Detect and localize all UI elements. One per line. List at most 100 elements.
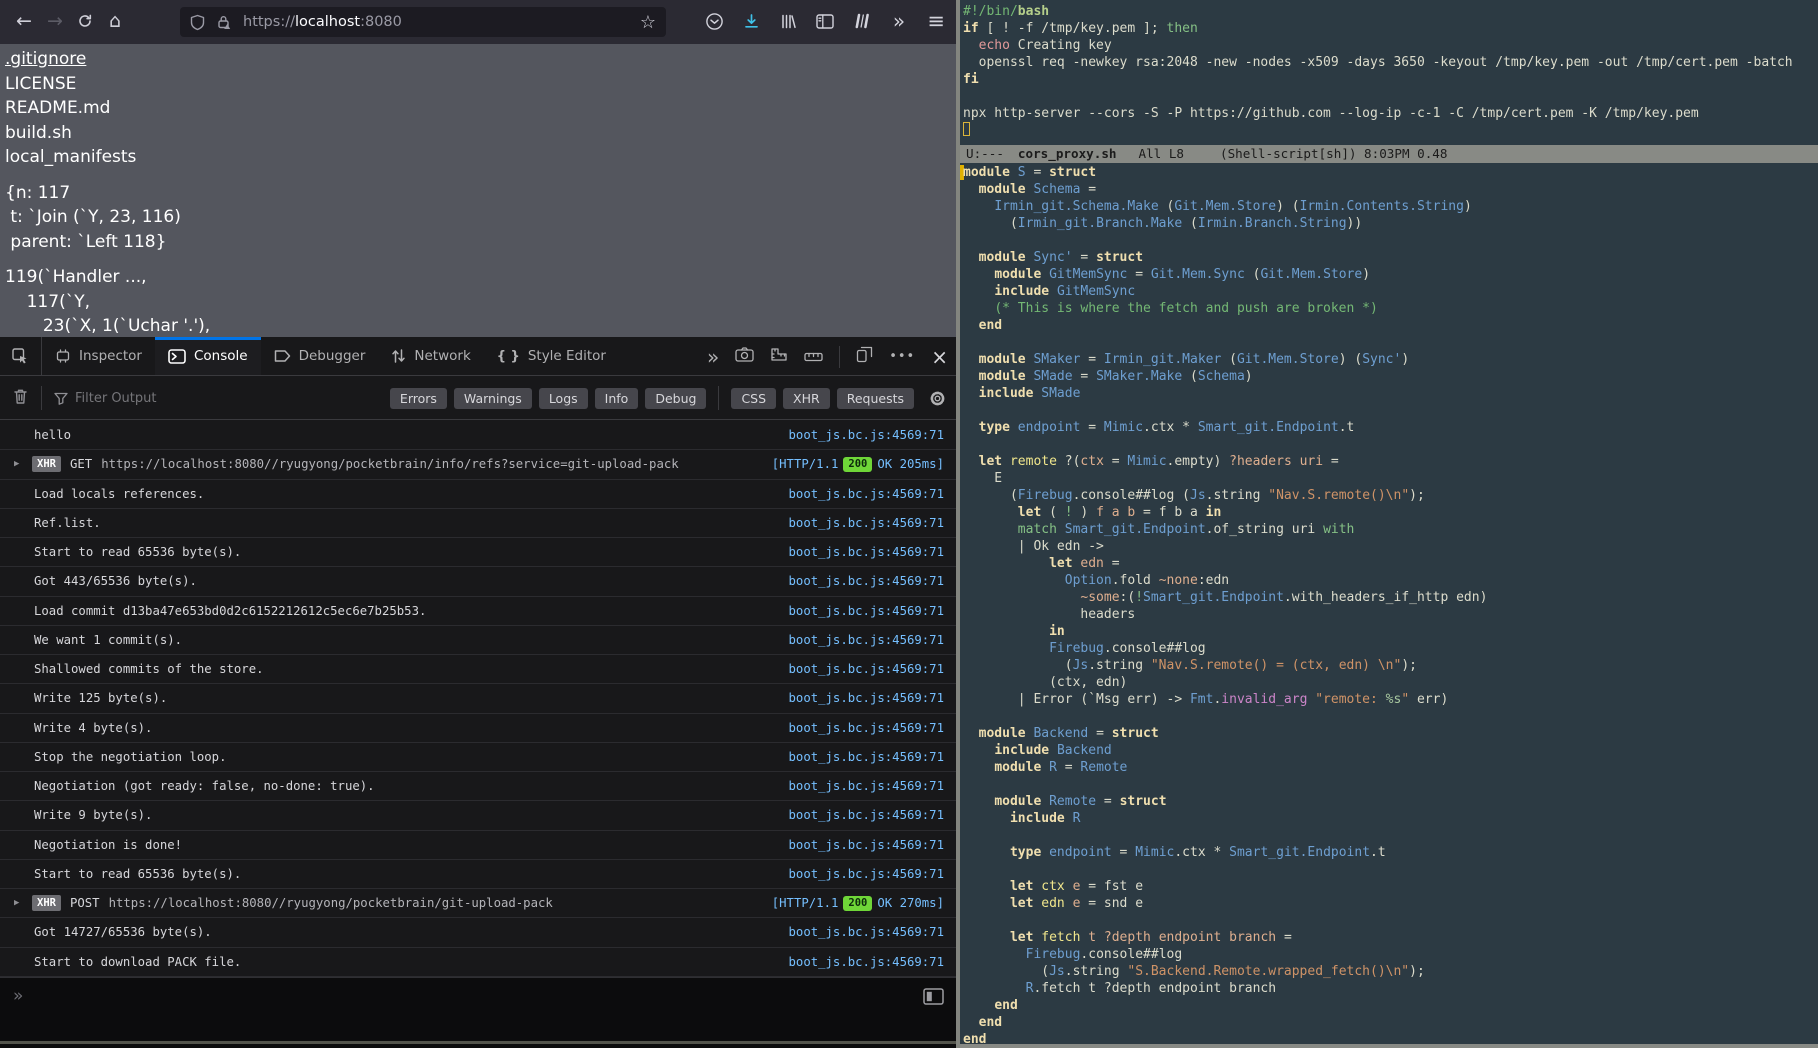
console-log-row[interactable]: Got 14727/65536 byte(s).boot_js.bc.js:45…	[0, 918, 956, 947]
ocaml-code-line[interactable]: type endpoint = Mimic.ctx * Smart_git.En…	[963, 844, 1818, 861]
shell-code-line[interactable]: #!/bin/bash	[963, 3, 1818, 20]
console-log-row[interactable]: Got 443/65536 byte(s).boot_js.bc.js:4569…	[0, 567, 956, 596]
console-log-row[interactable]: Write 9 byte(s).boot_js.bc.js:4569:71	[0, 801, 956, 830]
pocket-button[interactable]	[703, 6, 725, 36]
shell-code-line[interactable]	[963, 88, 1818, 105]
console-log-row[interactable]: helloboot_js.bc.js:4569:71	[0, 421, 956, 450]
console-log-row[interactable]: Start to download PACK file.boot_js.bc.j…	[0, 948, 956, 977]
ocaml-code-line[interactable]	[963, 776, 1818, 793]
bookmark-star-icon[interactable]: ☆	[640, 12, 656, 33]
ocaml-code-line[interactable]: headers	[963, 606, 1818, 623]
console-log-row[interactable]: Negotiation is done!boot_js.bc.js:4569:7…	[0, 831, 956, 860]
filter-button-info[interactable]: Info	[595, 388, 639, 409]
ocaml-code-line[interactable]	[963, 912, 1818, 929]
source-link[interactable]: boot_js.bc.js:4569:71	[789, 867, 944, 881]
pick-element-button[interactable]	[0, 337, 42, 375]
ocaml-code-line[interactable]: end	[963, 317, 1818, 334]
ocaml-code-line[interactable]: module GitMemSync = Git.Mem.Sync (Git.Me…	[963, 266, 1818, 283]
ocaml-code-line[interactable]: | Ok edn ->	[963, 538, 1818, 555]
lock-warning-icon[interactable]	[216, 14, 233, 31]
ocaml-code-line[interactable]: let edn =	[963, 555, 1818, 572]
ocaml-code-line[interactable]: module SMade = SMaker.Make (Schema)	[963, 368, 1818, 385]
ocaml-code-line[interactable]: include R	[963, 810, 1818, 827]
source-link[interactable]: boot_js.bc.js:4569:71	[789, 633, 944, 647]
console-log-row[interactable]: Negotiation (got ready: false, no-done: …	[0, 772, 956, 801]
ocaml-code-line[interactable]: include SMade	[963, 385, 1818, 402]
reload-button[interactable]	[70, 6, 100, 36]
ocaml-code-line[interactable]: (ctx, edn)	[963, 674, 1818, 691]
console-settings-button[interactable]	[929, 390, 946, 407]
console-log-row[interactable]: Write 4 byte(s).boot_js.bc.js:4569:71	[0, 714, 956, 743]
request-url[interactable]: https://localhost:8080//ryugyong/pocketb…	[101, 457, 772, 471]
ocaml-code-line[interactable]: in	[963, 623, 1818, 640]
ocaml-code-line[interactable]: (* This is where the fetch and push are …	[963, 300, 1818, 317]
ocaml-code-line[interactable]: module Remote = struct	[963, 793, 1818, 810]
source-link[interactable]: boot_js.bc.js:4569:71	[789, 750, 944, 764]
back-button[interactable]: ←	[9, 6, 39, 36]
filter-button-errors[interactable]: Errors	[390, 388, 447, 409]
tab-console[interactable]: Console	[155, 337, 261, 375]
split-console-button[interactable]	[923, 988, 944, 1009]
ocaml-code-line[interactable]: let ctx e = fst e	[963, 878, 1818, 895]
source-link[interactable]: boot_js.bc.js:4569:71	[789, 721, 944, 735]
network-log-row[interactable]: ▶XHRGEThttps://localhost:8080//ryugyong/…	[0, 450, 956, 479]
screenshot-button[interactable]	[735, 347, 754, 366]
ocaml-code-line[interactable]: module Sync' = struct	[963, 249, 1818, 266]
ocaml-code-line[interactable]: Irmin_git.Schema.Make (Git.Mem.Store) (I…	[963, 198, 1818, 215]
filter-button-debug[interactable]: Debug	[645, 388, 706, 409]
tab-overflow-chevron-icon[interactable]: »	[707, 345, 719, 369]
source-link[interactable]: boot_js.bc.js:4569:71	[789, 574, 944, 588]
shell-code-line[interactable]: echo Creating key	[963, 37, 1818, 54]
shell-code-line[interactable]: npx http-server --cors -S -P https://git…	[963, 105, 1818, 122]
ocaml-code-line[interactable]: module SMaker = Irmin_git.Maker (Git.Mem…	[963, 351, 1818, 368]
ocaml-code-line[interactable]: let remote ?(ctx = Mimic.empty) ?headers…	[963, 453, 1818, 470]
ocaml-code-line[interactable]: | Error (`Msg err) -> Fmt.invalid_arg "r…	[963, 691, 1818, 708]
filter-button-xhr[interactable]: XHR	[783, 388, 830, 409]
url-bar[interactable]: https://localhost:8080 ☆	[180, 7, 666, 37]
console-log-row[interactable]: Load commit d13ba47e653bd0d2c6152212612c…	[0, 597, 956, 626]
ocaml-code-line[interactable]: include Backend	[963, 742, 1818, 759]
ocaml-code-line[interactable]	[963, 708, 1818, 725]
ocaml-code-line[interactable]: end	[963, 997, 1818, 1014]
network-log-row[interactable]: ▶XHRPOSThttps://localhost:8080//ryugyong…	[0, 889, 956, 918]
responsive-design-button[interactable]	[856, 346, 873, 367]
ocaml-code-line[interactable]: module S = struct	[963, 164, 1818, 181]
library-button[interactable]	[777, 6, 799, 36]
shell-code-line[interactable]: openssl req -newkey rsa:2048 -new -nodes…	[963, 54, 1818, 71]
tab-inspector[interactable]: Inspector	[42, 337, 155, 375]
measuring-tool-button[interactable]	[770, 347, 788, 366]
devtools-more-button[interactable]: •••	[889, 349, 915, 364]
ocaml-code-line[interactable]: Firebug.console##log	[963, 640, 1818, 657]
shell-code-line[interactable]: if [ ! -f /tmp/key.pem ]; then	[963, 20, 1818, 37]
console-log-row[interactable]: Stop the negotiation loop.boot_js.bc.js:…	[0, 743, 956, 772]
forward-button[interactable]: →	[40, 6, 70, 36]
tab-style-editor[interactable]: { } Style Editor	[484, 337, 619, 375]
console-log-row[interactable]: Start to read 65536 byte(s).boot_js.bc.j…	[0, 538, 956, 567]
ocaml-code-line[interactable]	[963, 861, 1818, 878]
ruler-button[interactable]	[804, 347, 823, 366]
file-link[interactable]: LICENSE	[5, 72, 956, 97]
source-link[interactable]: boot_js.bc.js:4569:71	[789, 428, 944, 442]
ocaml-code-line[interactable]: let edn e = snd e	[963, 895, 1818, 912]
tab-network[interactable]: Network	[378, 337, 483, 375]
source-link[interactable]: boot_js.bc.js:4569:71	[789, 487, 944, 501]
source-link[interactable]: boot_js.bc.js:4569:71	[789, 662, 944, 676]
expand-triangle-icon[interactable]: ▶	[14, 898, 28, 908]
expand-triangle-icon[interactable]: ▶	[14, 459, 28, 469]
console-log-row[interactable]: We want 1 commit(s).boot_js.bc.js:4569:7…	[0, 626, 956, 655]
ocaml-code-line[interactable]	[963, 334, 1818, 351]
ocaml-code-line[interactable]: type endpoint = Mimic.ctx * Smart_git.En…	[963, 419, 1818, 436]
ocaml-code-line[interactable]: R.fetch t ?depth endpoint branch	[963, 980, 1818, 997]
ocaml-code-line[interactable]: (Js.string "Nav.S.remote() = (ctx, edn) …	[963, 657, 1818, 674]
ocaml-code-line[interactable]	[963, 436, 1818, 453]
console-log-row[interactable]: Shallowed commits of the store.boot_js.b…	[0, 655, 956, 684]
ocaml-code-line[interactable]: ~some:(!Smart_git.Endpoint.with_headers_…	[963, 589, 1818, 606]
console-log-row[interactable]: Ref.list.boot_js.bc.js:4569:71	[0, 509, 956, 538]
ocaml-code-line[interactable]: module R = Remote	[963, 759, 1818, 776]
overflow-chevron-icon[interactable]: »	[888, 6, 910, 36]
file-link[interactable]: .gitignore	[5, 47, 956, 72]
shell-code-line[interactable]: fi	[963, 71, 1818, 88]
ocaml-code-line[interactable]: module Schema =	[963, 181, 1818, 198]
console-log-row[interactable]: Write 125 byte(s).boot_js.bc.js:4569:71	[0, 684, 956, 713]
ocaml-code-line[interactable]: match Smart_git.Endpoint.of_string uri w…	[963, 521, 1818, 538]
